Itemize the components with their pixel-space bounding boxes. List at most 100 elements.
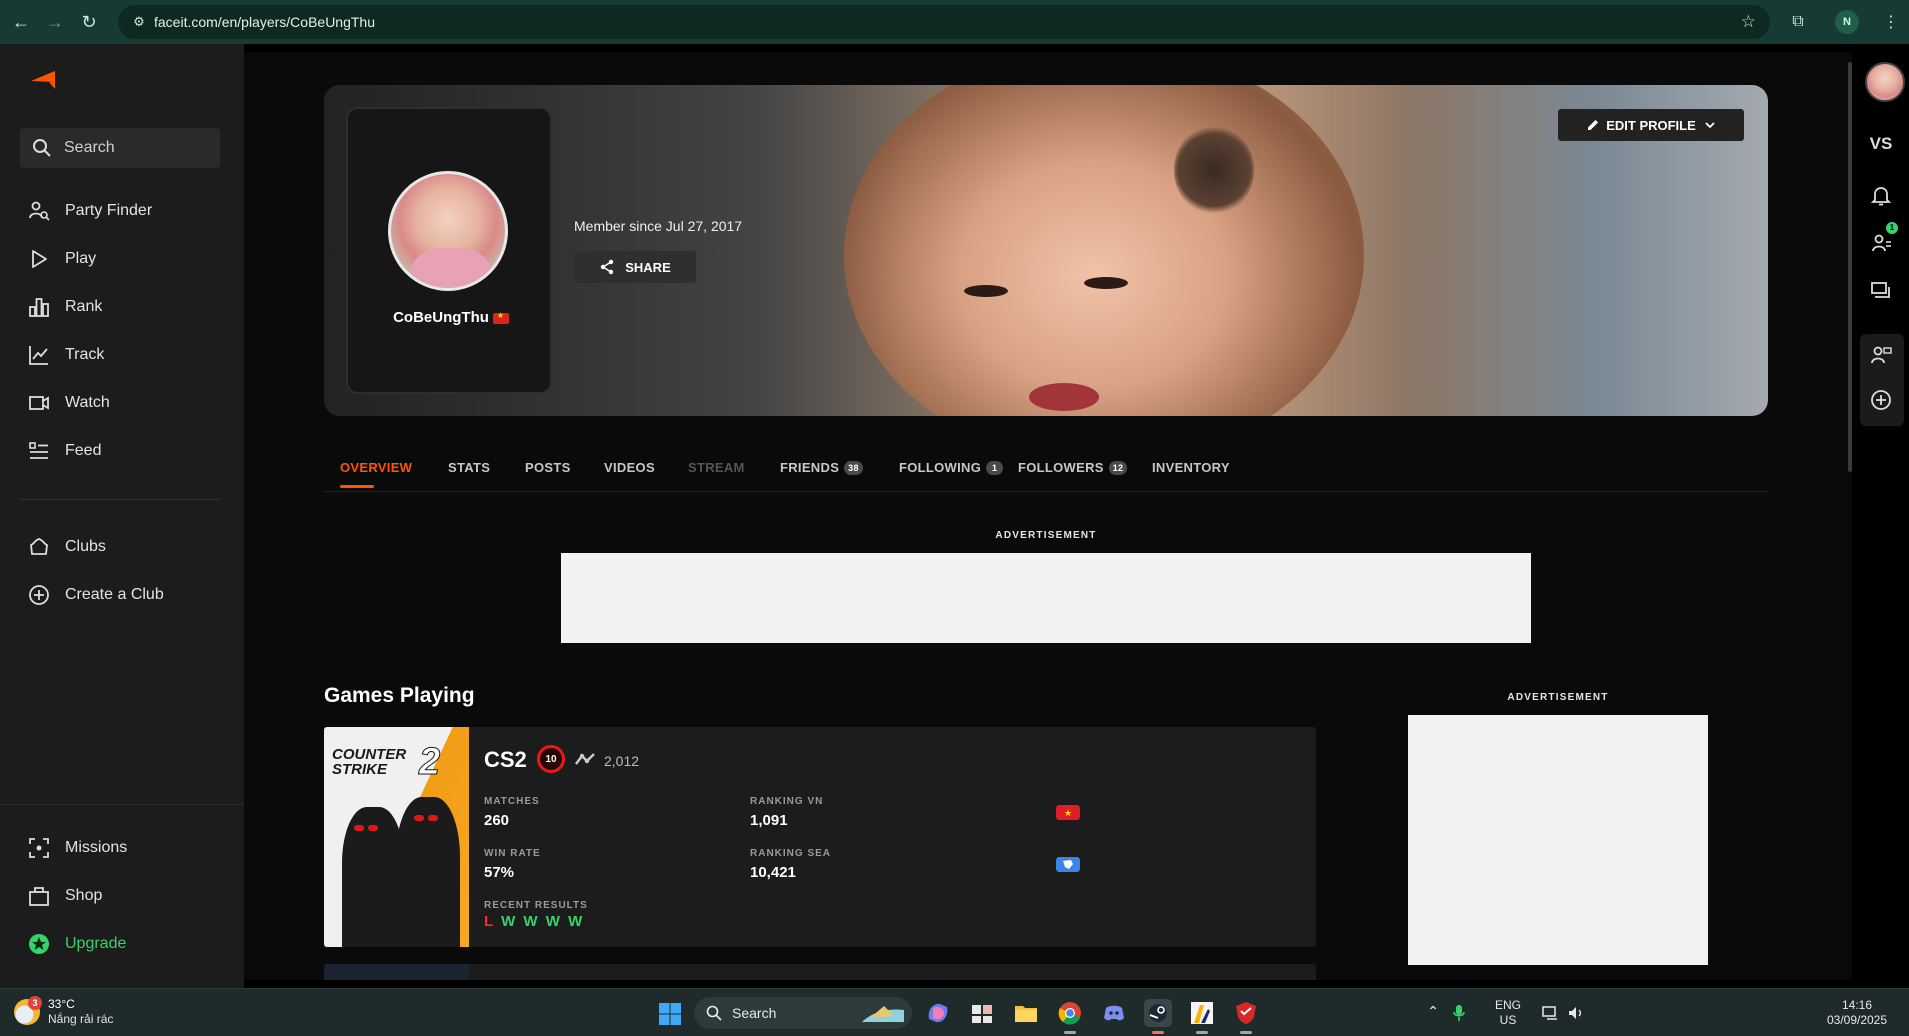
taskbar-search[interactable]: Search (694, 997, 912, 1029)
steam-icon[interactable] (1144, 999, 1172, 1027)
faceit-logo-icon[interactable] (30, 70, 56, 90)
tab-posts[interactable]: POSTS (525, 460, 571, 475)
sidebar-item-create-club[interactable]: Create a Club (28, 583, 164, 607)
tab-overview[interactable]: OVERVIEW (340, 460, 412, 475)
ranking-vn-label: RANKING VN (750, 796, 824, 807)
tab-stats[interactable]: STATS (448, 460, 490, 475)
result-win: W (501, 913, 518, 930)
share-button[interactable]: SHARE (574, 251, 696, 283)
profile-avatar[interactable] (388, 171, 508, 291)
browser-menu-icon[interactable]: ⋮ (1883, 12, 1899, 32)
tab-videos[interactable]: VIDEOS (604, 460, 655, 475)
edit-profile-button[interactable]: EDIT PROFILE (1558, 109, 1744, 141)
tab-friends[interactable]: FRIENDS 38 (780, 460, 863, 475)
running-indicator (1064, 1031, 1076, 1034)
username: CoBeUngThu (393, 309, 489, 326)
forward-icon[interactable]: → (42, 9, 68, 35)
skill-level-badge: 10 (537, 745, 565, 773)
sidebar-search[interactable]: Search (20, 128, 220, 168)
sidebar-item-watch[interactable]: Watch (28, 391, 110, 415)
discord-icon[interactable] (1100, 999, 1128, 1027)
tab-label: OVERVIEW (340, 460, 413, 475)
result-win: W (568, 913, 585, 930)
plus-circle-icon (29, 585, 49, 605)
following-count-badge: 1 (986, 460, 1004, 475)
game-card-cs2[interactable]: COUNTER STRIKE 2 CS2 10 2,012 MATCHES 260… (324, 727, 1316, 947)
windows-start-icon[interactable] (658, 1002, 682, 1026)
site-info-icon[interactable]: ⚙ (124, 14, 154, 30)
weather-widget[interactable]: 3 33°C Nắng rải rác (14, 996, 114, 1027)
member-since: Member since Jul 27, 2017 (574, 218, 743, 234)
back-icon[interactable]: ← (8, 9, 34, 35)
sidebar-item-label: Track (65, 346, 105, 363)
sidebar-item-upgrade[interactable]: Upgrade (28, 932, 126, 956)
advertisement-banner[interactable] (561, 553, 1531, 643)
taskbar-app-icon[interactable] (968, 999, 996, 1027)
tab-label: POSTS (525, 460, 571, 475)
vs-button[interactable]: VS (1866, 134, 1896, 154)
tab-label: FOLLOWERS (1018, 460, 1104, 475)
chevron-down-icon (1705, 122, 1715, 129)
friends-notification-badge: 1 (1886, 222, 1898, 234)
chat-icon[interactable] (1870, 280, 1892, 302)
bookmark-star-icon[interactable]: ☆ (1741, 12, 1756, 32)
copilot-icon[interactable] (924, 999, 952, 1027)
sidebar-item-track[interactable]: Track (28, 343, 104, 367)
tab-followers[interactable]: FOLLOWERS 12 (1018, 460, 1128, 475)
taskbar-search-label: Search (732, 1005, 777, 1021)
browser-profile-button[interactable]: N (1835, 10, 1859, 34)
sidebar-item-missions[interactable]: Missions (28, 836, 127, 860)
plus-circle-icon[interactable] (1870, 389, 1892, 411)
network-icon[interactable] (1541, 1004, 1559, 1022)
result-win: W (545, 913, 562, 930)
advertisement-side[interactable] (1408, 715, 1708, 965)
active-tab-indicator (340, 485, 374, 488)
lang-line1: ENG (1494, 998, 1521, 1012)
bell-icon[interactable] (1870, 184, 1892, 206)
reload-icon[interactable]: ↻ (76, 9, 102, 35)
sidebar-item-play[interactable]: Play (28, 247, 96, 271)
party-icon[interactable] (1870, 345, 1892, 367)
game-card-next[interactable] (324, 964, 1316, 980)
url-text[interactable]: faceit.com/en/players/CoBeUngThu (154, 14, 375, 30)
party-finder-icon (29, 201, 50, 221)
antivirus-icon[interactable] (1232, 999, 1260, 1027)
sidebar-item-party-finder[interactable]: Party Finder (28, 199, 152, 223)
clock[interactable]: 14:16 03/09/2025 (1821, 998, 1893, 1028)
shop-icon (29, 887, 49, 906)
followers-count-badge: 12 (1108, 460, 1128, 475)
running-indicator (1152, 1031, 1164, 1034)
running-indicator (1196, 1031, 1208, 1034)
input-language[interactable]: ENG US (1491, 998, 1525, 1028)
extensions-icon[interactable]: ⧉ (1785, 9, 1811, 35)
feed-icon (29, 442, 48, 459)
search-icon (33, 139, 51, 157)
tray-chevron-up-icon[interactable]: ⌃ (1427, 1004, 1439, 1019)
sidebar-item-feed[interactable]: Feed (28, 439, 101, 463)
user-avatar[interactable] (1865, 62, 1905, 102)
profile-card: CoBeUngThu (346, 107, 552, 394)
faceit-app-icon[interactable] (1188, 999, 1216, 1027)
browser-toolbar: ← → ↻ ⚙ faceit.com/en/players/CoBeUngThu… (0, 0, 1909, 44)
friends-icon[interactable] (1870, 232, 1892, 254)
sidebar-item-shop[interactable]: Shop (28, 884, 102, 908)
cs2-cover-goggle (354, 825, 364, 831)
sidebar-item-clubs[interactable]: Clubs (28, 535, 106, 559)
tab-following[interactable]: FOLLOWING 1 (899, 460, 1004, 475)
missions-icon (29, 838, 49, 858)
left-sidebar: Search Party Finder Play Rank Track Watc… (0, 44, 244, 988)
volume-icon[interactable] (1567, 1004, 1585, 1022)
sidebar-item-rank[interactable]: Rank (28, 295, 102, 319)
username-row: CoBeUngThu (348, 309, 554, 326)
microphone-icon[interactable] (1452, 1004, 1466, 1022)
chrome-icon[interactable] (1056, 999, 1084, 1027)
windows-taskbar: 3 33°C Nắng rải rác Search ⌃ ENG US 14:1… (0, 988, 1909, 1036)
win-rate-value: 57% (484, 864, 515, 881)
address-bar[interactable]: ⚙ faceit.com/en/players/CoBeUngThu ☆ (118, 5, 1770, 39)
running-indicator (1240, 1031, 1252, 1034)
tab-label: STATS (448, 460, 491, 475)
tab-inventory[interactable]: INVENTORY (1152, 460, 1230, 475)
result-win: W (523, 913, 540, 930)
file-explorer-icon[interactable] (1012, 999, 1040, 1027)
weather-condition: Nắng rải rác (48, 1012, 114, 1026)
